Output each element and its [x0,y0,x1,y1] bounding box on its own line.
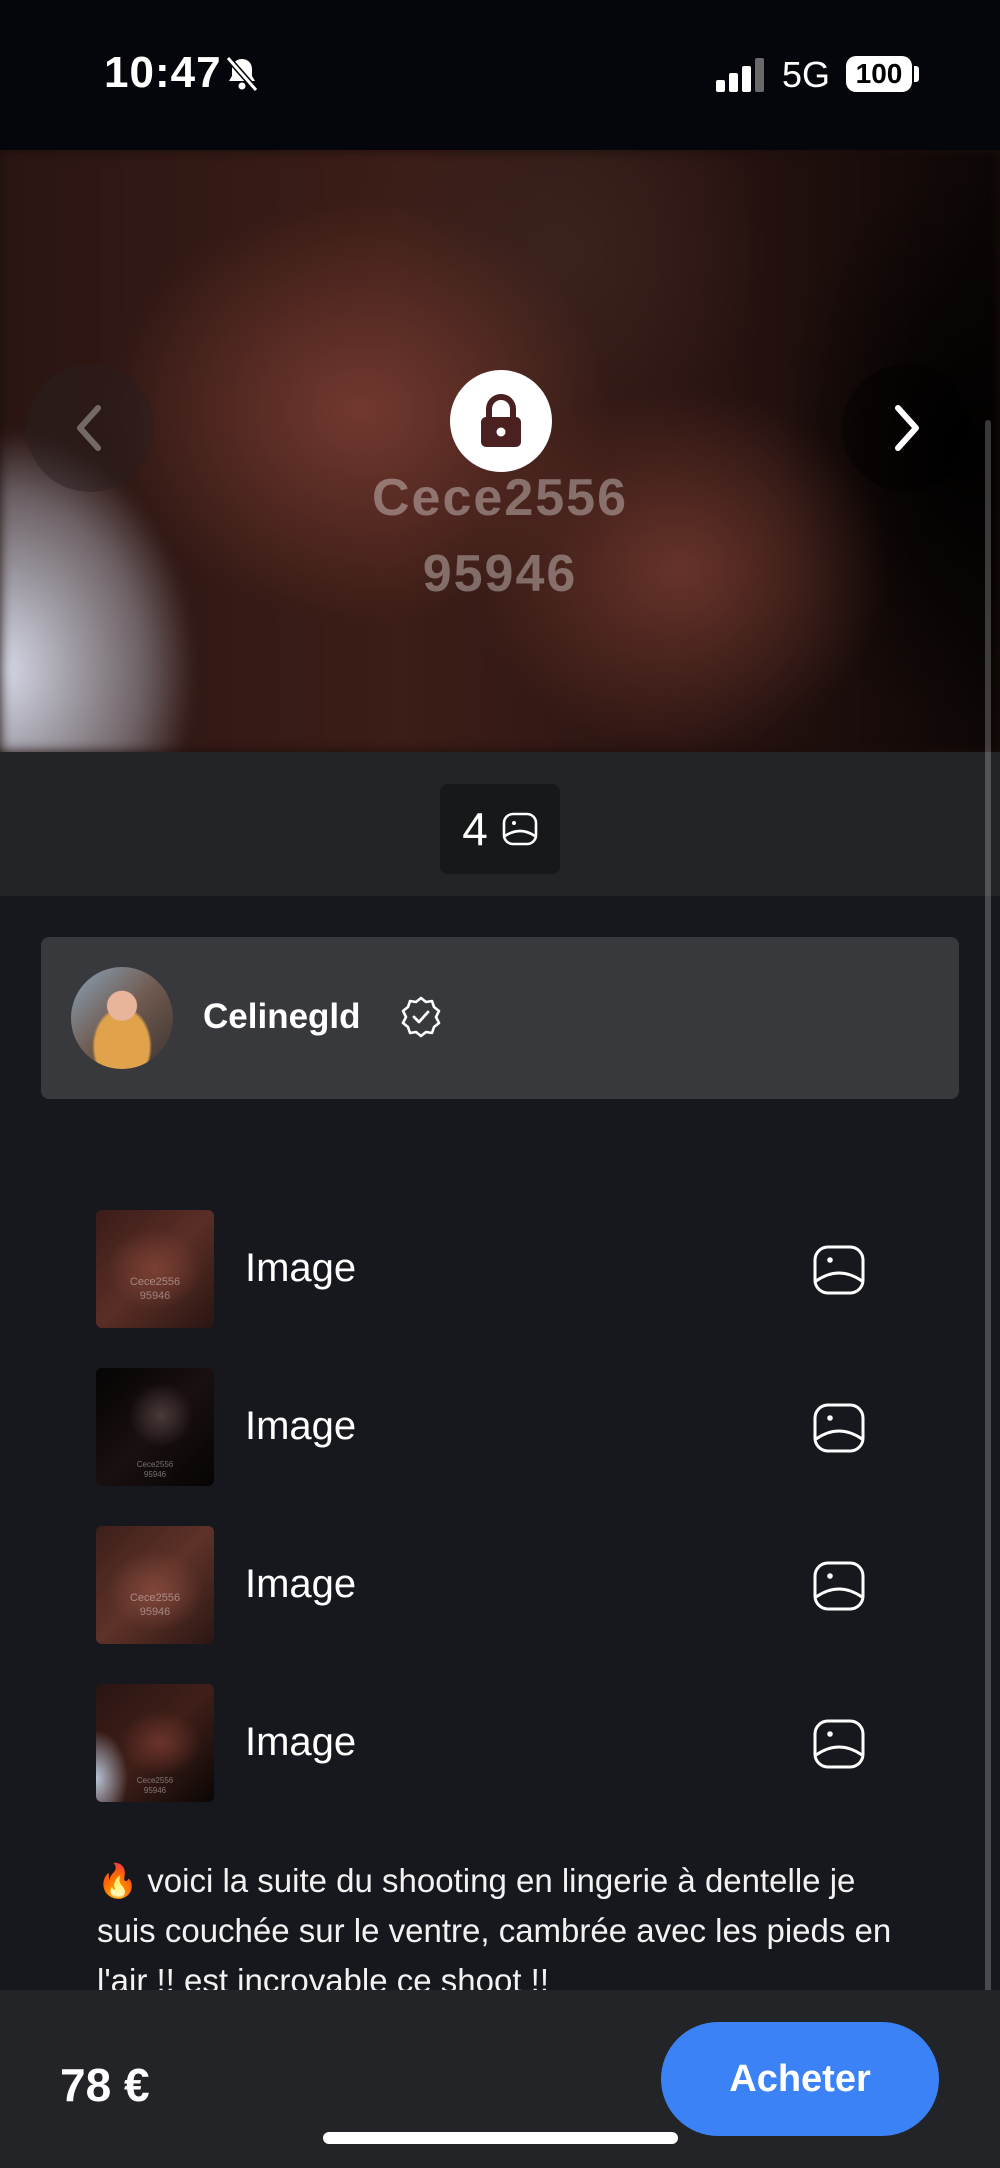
buy-button[interactable]: Acheter [661,2022,939,2136]
thumbnail-watermark: 95946 [143,1470,167,1479]
creator-name[interactable]: Celinegld [203,997,361,1037]
media-thumbnail: Cece2556 95946 [96,1368,214,1486]
status-time: 10:47 [104,48,222,97]
thumbnail-watermark: Cece2556 [129,1276,181,1288]
watermark-line1: Cece2556 [372,469,628,527]
image-icon [813,1719,865,1769]
watermark-line2: 95946 [422,545,578,603]
media-thumbnail: Cece2556 95946 [96,1526,214,1644]
price: 78 € [60,2059,150,2111]
list-item[interactable]: Cece2556 95946 Image [0,1210,1000,1328]
image-icon [813,1561,865,1611]
lock-badge [450,370,552,472]
bell-muted-icon [225,56,259,92]
list-item[interactable]: Cece2556 95946 Image [0,1684,1000,1802]
scrollbar[interactable] [985,420,991,2020]
list-item[interactable]: Cece2556 95946 Image [0,1526,1000,1644]
thumbnail-watermark: 95946 [139,1290,171,1302]
network-label: 5G [782,54,831,95]
list-item[interactable]: Cece2556 95946 Image [0,1368,1000,1486]
thumbnail-watermark: Cece2556 [136,1776,174,1785]
image-icon [813,1245,865,1295]
battery-icon: 100 [846,56,912,92]
locked-media-preview[interactable]: Cece2556 95946 [0,150,1000,752]
media-count: 4 [462,803,488,855]
post-caption: 🔥 voici la suite du shooting en lingerie… [97,1862,892,1999]
media-thumbnail: Cece2556 95946 [96,1684,214,1802]
thumbnail-watermark: 95946 [143,1786,167,1795]
media-count-badge: 4 [440,784,560,874]
avatar[interactable] [71,967,173,1069]
image-icon [813,1403,865,1453]
creator-card[interactable]: Celinegld [41,937,959,1099]
media-count-strip: 4 [0,752,1000,896]
thumbnail-watermark: Cece2556 [129,1592,181,1604]
thumbnail-watermark: 95946 [139,1606,171,1618]
lock-icon [481,394,521,447]
home-indicator[interactable] [323,2132,678,2144]
verified-badge-icon [401,996,441,1038]
signal-icon [716,58,764,92]
media-label: Image [245,1562,357,1606]
chevron-left-icon [77,405,101,451]
media-label: Image [245,1720,357,1764]
media-thumbnail: Cece2556 95946 [96,1210,214,1328]
media-label: Image [245,1246,357,1290]
status-bar: 10:47 5G 100 [0,0,1000,150]
battery-tip [914,66,919,82]
media-label: Image [245,1404,357,1448]
thumbnail-watermark: Cece2556 [136,1460,174,1469]
image-icon [502,812,538,846]
chevron-right-icon [895,405,919,451]
battery-level: 100 [855,58,903,89]
